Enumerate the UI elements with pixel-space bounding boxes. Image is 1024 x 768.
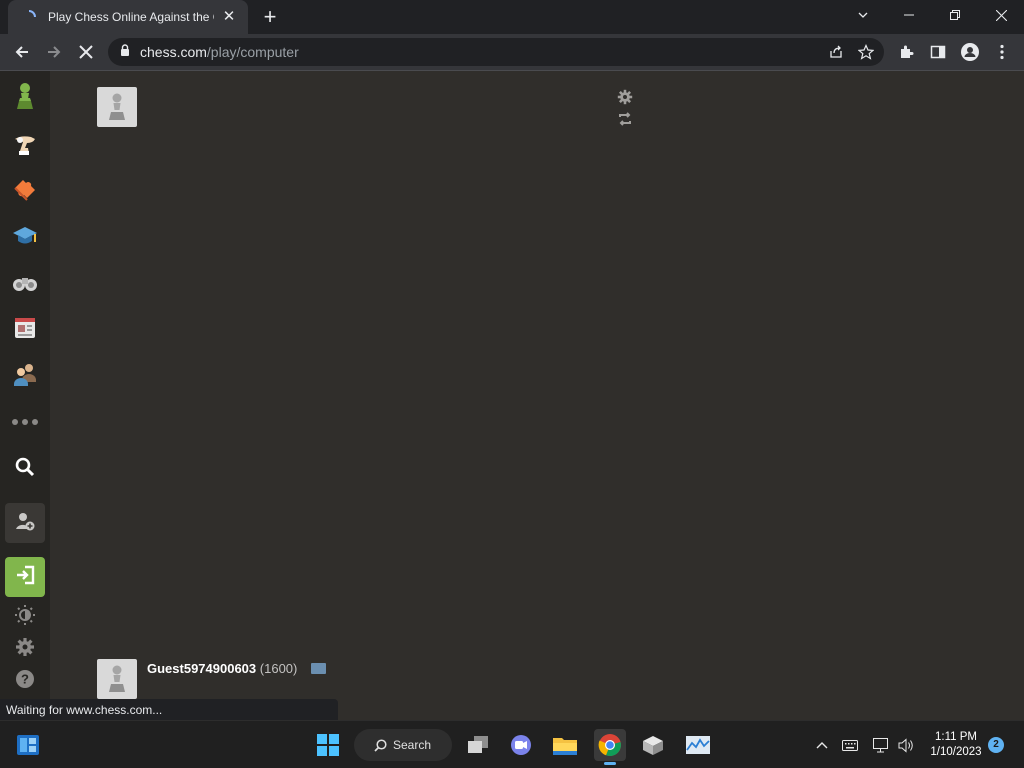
stop-loading-icon[interactable]	[72, 38, 100, 66]
sidebar-item-more[interactable]	[5, 402, 45, 442]
restore-button[interactable]	[932, 0, 978, 30]
puzzle-icon	[11, 176, 39, 209]
player-avatar[interactable]	[97, 659, 137, 699]
teams-chat-icon[interactable]	[505, 729, 537, 761]
start-windows-icon[interactable]	[312, 729, 344, 761]
close-tab-icon[interactable]: ✕	[220, 8, 238, 26]
widgets-icon[interactable]	[12, 729, 44, 761]
board-settings-gear-icon[interactable]	[616, 88, 634, 106]
minimize-button[interactable]	[886, 0, 932, 30]
profile-icon[interactable]	[956, 38, 984, 66]
log-in-icon	[15, 565, 35, 590]
pawn-logo-icon	[12, 81, 38, 116]
volume-icon[interactable]	[897, 736, 915, 754]
new-tab-button[interactable]: +	[258, 6, 282, 28]
share-icon[interactable]	[828, 44, 844, 65]
search-label: Search	[393, 738, 432, 752]
pawn-avatar-icon	[109, 93, 125, 120]
file-explorer-icon[interactable]	[549, 729, 581, 761]
lock-icon[interactable]	[120, 43, 130, 61]
tray-chevron-up-icon[interactable]	[813, 736, 831, 754]
chrome-icon	[598, 734, 621, 757]
clock-time: 1:11 PM	[935, 731, 977, 743]
back-arrow-icon[interactable]	[8, 38, 36, 66]
address-bar[interactable]: chess.com/play/computer	[108, 38, 884, 66]
sidebar-item-news[interactable]	[5, 310, 45, 350]
theme-icon	[14, 604, 36, 631]
browser-tab-bar: Play Chess Online Against the Computer ✕…	[0, 0, 1024, 34]
keyboard-icon[interactable]	[841, 736, 859, 754]
sidebar-item-learn[interactable]	[5, 218, 45, 258]
sidebar-item-help[interactable]: ?	[5, 661, 45, 701]
network-icon[interactable]	[872, 736, 890, 754]
browser-toolbar: chess.com/play/computer	[0, 34, 1024, 70]
help-icon: ?	[15, 669, 35, 694]
taskbar-clock[interactable]: 1:11 PM 1/10/2023	[924, 730, 988, 760]
tab-search-chevron-icon[interactable]	[840, 0, 886, 30]
bookmark-star-icon[interactable]	[857, 44, 875, 65]
chrome-taskbar-button[interactable]	[594, 729, 626, 765]
play-hand-icon	[11, 130, 39, 163]
more-icon	[11, 413, 39, 431]
news-icon	[12, 315, 38, 346]
kebab-menu-icon[interactable]	[988, 38, 1016, 66]
search-icon	[15, 457, 35, 482]
player-rating: (1600)	[259, 661, 298, 676]
sidebar-item-social[interactable]	[5, 356, 45, 396]
app-package-icon[interactable]	[637, 729, 669, 761]
notification-badge[interactable]: 2	[988, 737, 1004, 753]
tab-title: Play Chess Online Against the Computer	[48, 10, 214, 24]
sidebar-item-puzzles[interactable]	[5, 172, 45, 212]
sidebar-item-home[interactable]	[5, 78, 45, 118]
sidebar-item-sign-up[interactable]	[5, 503, 45, 543]
svg-text:?: ?	[21, 671, 29, 686]
side-panel-icon[interactable]	[924, 38, 952, 66]
taskbar-search-button[interactable]: Search	[354, 729, 452, 761]
country-flag-icon	[311, 663, 326, 674]
forward-arrow-icon[interactable]	[40, 38, 68, 66]
sidebar-item-search[interactable]	[5, 449, 45, 489]
close-window-button[interactable]	[978, 0, 1024, 30]
windows-taskbar: Search 1:11 PM 1/10/2023 2	[0, 720, 1024, 768]
sidebar-item-play[interactable]	[5, 126, 45, 166]
player-name[interactable]: Guest5974900603 (1600)	[147, 661, 297, 676]
browser-tab[interactable]: Play Chess Online Against the Computer ✕	[8, 0, 248, 34]
sidebar-item-log-in[interactable]	[5, 557, 45, 597]
pawn-avatar-icon	[109, 665, 125, 692]
learn-cap-icon	[11, 222, 39, 255]
extensions-puzzle-icon[interactable]	[892, 38, 920, 66]
url-text: chess.com/play/computer	[140, 44, 299, 60]
clock-date: 1/10/2023	[930, 746, 982, 758]
site-sidebar: ?	[0, 71, 50, 720]
performance-monitor-icon[interactable]	[682, 729, 714, 761]
sidebar-item-watch[interactable]	[5, 264, 45, 304]
toolbar-divider	[0, 70, 1024, 71]
social-icon	[11, 360, 39, 393]
player-username[interactable]: Guest5974900603	[147, 661, 256, 676]
browser-status-text: Waiting for www.chess.com...	[0, 699, 338, 720]
opponent-avatar[interactable]	[97, 87, 137, 127]
flip-board-icon[interactable]	[616, 110, 634, 128]
active-app-indicator	[604, 762, 616, 765]
watch-binoculars-icon	[11, 268, 39, 301]
search-icon	[374, 738, 387, 752]
sign-up-icon	[15, 511, 35, 536]
task-view-icon[interactable]	[462, 729, 494, 761]
loading-icon	[22, 10, 36, 24]
settings-icon	[15, 637, 35, 662]
